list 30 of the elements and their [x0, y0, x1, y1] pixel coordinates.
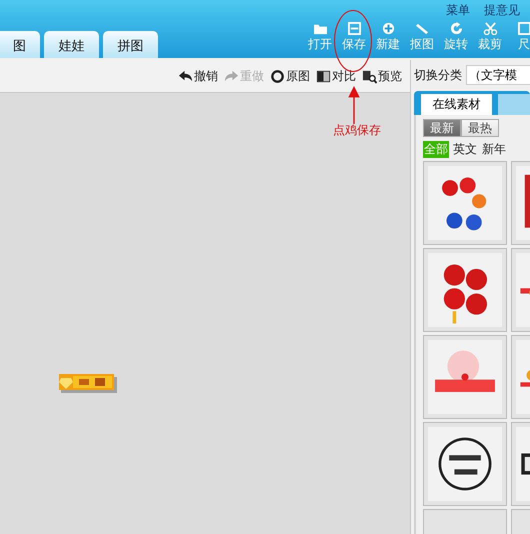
tab[interactable]: 娃娃	[44, 31, 99, 58]
scissors-icon	[482, 22, 498, 35]
edit-button[interactable]: 撤销	[178, 68, 218, 84]
pen-icon	[414, 22, 430, 35]
plus-icon	[380, 22, 396, 35]
rotate-icon	[448, 22, 464, 35]
category-label: 切换分类	[414, 66, 462, 84]
frame-icon	[516, 22, 530, 35]
undo-icon	[178, 68, 193, 84]
edit-button[interactable]: 原图	[270, 68, 310, 84]
edit-button[interactable]: 对比	[316, 68, 356, 84]
tab[interactable]: 拼图	[103, 31, 158, 58]
preview-icon	[362, 68, 377, 84]
edit-button[interactable]: 预览	[362, 68, 402, 84]
folder-icon	[312, 22, 328, 35]
annotation-arrow	[348, 86, 360, 124]
compare-icon	[316, 68, 331, 84]
header-link[interactable]: 菜单	[446, 2, 470, 19]
sort-button[interactable]: 最新	[423, 119, 461, 137]
filter-link[interactable]: 英文	[452, 141, 478, 158]
circle-icon	[270, 68, 285, 84]
header-link[interactable]: 提意见	[484, 2, 520, 19]
panel-tab[interactable]: 在线素材	[421, 94, 492, 115]
save-icon	[346, 22, 362, 35]
redo-icon	[224, 68, 239, 84]
tab[interactable]: 图	[0, 31, 40, 58]
category-select[interactable]: （文字模	[466, 65, 530, 85]
annotation-text: 点鸡保存	[333, 122, 381, 139]
filter-link[interactable]: 新年	[481, 141, 507, 158]
sort-button[interactable]: 最热	[461, 119, 499, 137]
